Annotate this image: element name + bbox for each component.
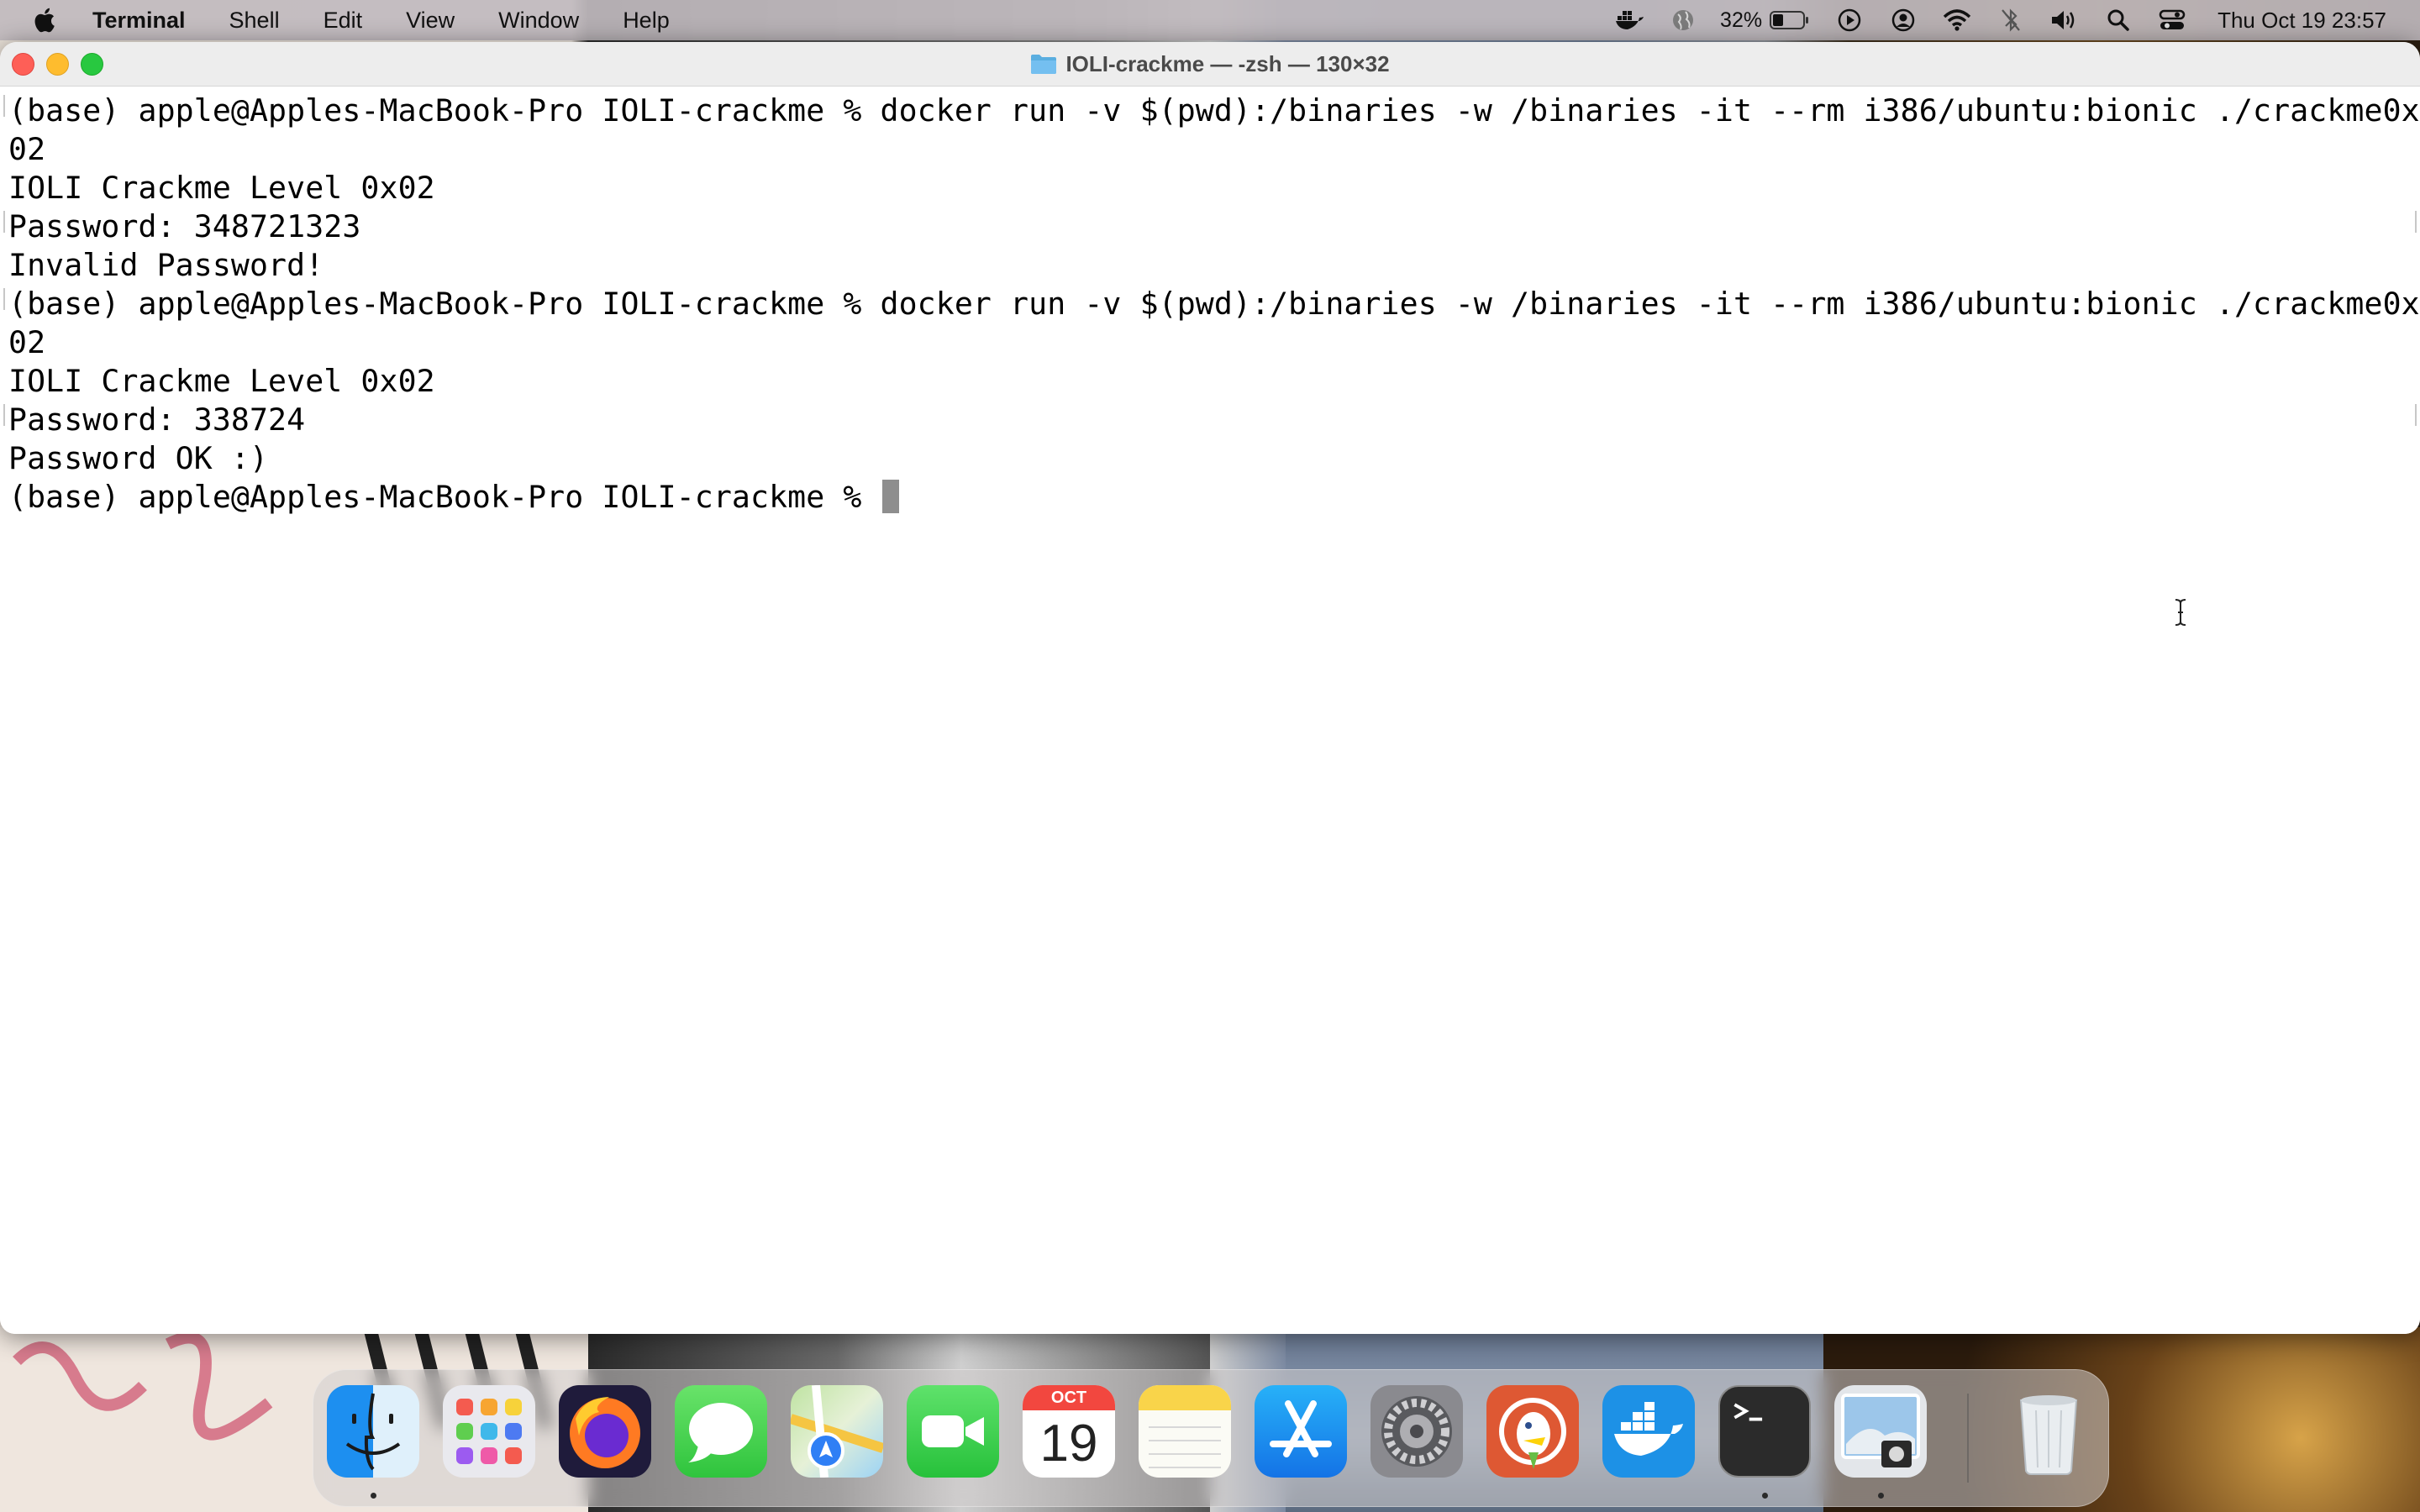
menu-bar: Terminal Shell Edit View Window Help 32%: [0, 0, 2420, 40]
title-bar[interactable]: IOLI-crackme — -zsh — 130×32: [0, 42, 2420, 87]
window-title: IOLI-crackme — -zsh — 130×32: [0, 42, 2420, 86]
dock-messages-icon[interactable]: [675, 1385, 767, 1478]
dock-calendar-icon[interactable]: OCT 19: [1023, 1385, 1115, 1478]
volume-icon[interactable]: [2049, 5, 2080, 35]
terminal-window: IOLI-crackme — -zsh — 130×32 (base) appl…: [0, 42, 2420, 1334]
window-title-text: IOLI-crackme — -zsh — 130×32: [1065, 50, 1390, 76]
dock-system-preferences-icon[interactable]: [1370, 1385, 1463, 1478]
dock-maps-icon[interactable]: [791, 1385, 883, 1478]
dock-notes-icon[interactable]: [1139, 1385, 1231, 1478]
line-mark: [2415, 404, 2417, 426]
dock-terminal-icon[interactable]: [1718, 1385, 1811, 1478]
control-center-icon[interactable]: [2157, 5, 2187, 35]
running-indicator: [371, 1493, 376, 1499]
menu-shell[interactable]: Shell: [208, 0, 302, 40]
terminal-line: Password OK :): [8, 440, 269, 476]
text-cursor: [881, 480, 899, 513]
bluetooth-off-icon[interactable]: [1996, 5, 2026, 35]
menu-app-terminal[interactable]: Terminal: [81, 0, 208, 40]
line-mark: [2415, 211, 2417, 233]
running-indicator: [1878, 1493, 1884, 1499]
ibeam-cursor-icon: [2175, 599, 2186, 626]
terminal-line: (base) apple@Apples-MacBook-Pro IOLI-cra…: [8, 286, 2420, 322]
terminal-prompt: (base) apple@Apples-MacBook-Pro IOLI-cra…: [8, 479, 881, 515]
dock-duckduckgo-icon[interactable]: [1486, 1385, 1579, 1478]
terminal-line: Password: 338724: [8, 402, 306, 438]
terminal-output[interactable]: (base) apple@Apples-MacBook-Pro IOLI-cra…: [0, 87, 2420, 1334]
terminal-line: Invalid Password!: [8, 247, 324, 283]
terminal-prompt-line: (base) apple@Apples-MacBook-Pro IOLI-cra…: [8, 478, 2420, 517]
menu-window[interactable]: Window: [476, 0, 601, 40]
running-indicator: [1762, 1493, 1768, 1499]
search-icon[interactable]: [2103, 5, 2133, 35]
calendar-day: 19: [1039, 1415, 1098, 1473]
menu-view[interactable]: View: [384, 0, 476, 40]
docker-icon[interactable]: [1614, 5, 1644, 35]
globe-icon[interactable]: [1668, 5, 1698, 35]
dock-finder-icon[interactable]: [327, 1385, 419, 1478]
wifi-icon[interactable]: [1942, 5, 1972, 35]
line-mark: [3, 404, 5, 426]
dock-preview-icon[interactable]: [1834, 1385, 1927, 1478]
menu-edit[interactable]: Edit: [302, 0, 385, 40]
menu-help[interactable]: Help: [601, 0, 692, 40]
play-icon[interactable]: [1834, 5, 1865, 35]
dock-docker-icon[interactable]: [1602, 1385, 1695, 1478]
line-mark: [3, 95, 5, 117]
dock-app-store-icon[interactable]: [1255, 1385, 1347, 1478]
terminal-line: 02: [8, 324, 46, 360]
terminal-line: (base) apple@Apples-MacBook-Pro IOLI-cra…: [8, 92, 2420, 129]
user-icon[interactable]: [1888, 5, 1918, 35]
battery-icon[interactable]: [1769, 5, 1811, 35]
terminal-line: IOLI Crackme Level 0x02: [8, 363, 435, 399]
terminal-line: Password: 348721323: [8, 208, 361, 244]
folder-icon: [1031, 55, 1057, 74]
terminal-line: 02: [8, 131, 46, 167]
line-mark: [3, 288, 5, 310]
menubar-clock[interactable]: Thu Oct 19 23:57: [2217, 8, 2386, 34]
dock-launchpad-icon[interactable]: [443, 1385, 535, 1478]
dock-facetime-icon[interactable]: [907, 1385, 999, 1478]
apple-menu-icon[interactable]: [32, 6, 55, 34]
dock-separator: [1967, 1394, 1969, 1483]
terminal-line: IOLI Crackme Level 0x02: [8, 170, 435, 206]
dock-trash-icon[interactable]: [2002, 1385, 2095, 1478]
line-mark: [3, 211, 5, 233]
calendar-month: OCT: [1023, 1385, 1115, 1410]
battery-percent: 32%: [1720, 8, 1763, 32]
dock: OCT 19: [313, 1369, 2109, 1507]
dock-firefox-icon[interactable]: [559, 1385, 651, 1478]
